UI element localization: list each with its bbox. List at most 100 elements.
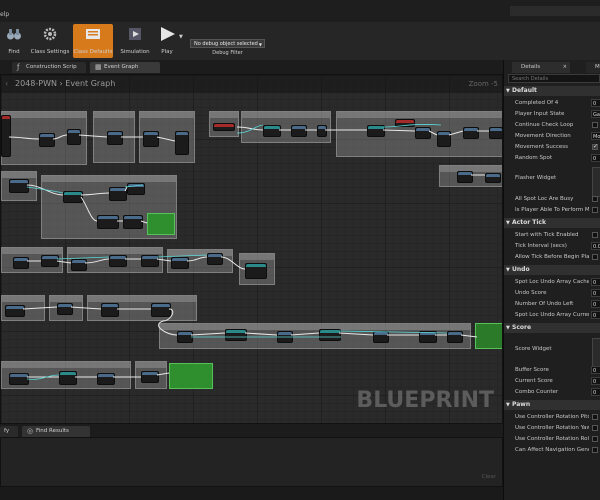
wire-layer — [8, 124, 489, 380]
property-value[interactable]: 0 — [591, 154, 600, 162]
property-value[interactable]: 0 — [591, 300, 600, 308]
property-row: Is Player Able To Perform Mov — [504, 205, 600, 215]
function-icon: ƒ — [17, 63, 20, 71]
property-label: Is Player Able To Perform Mov — [515, 207, 589, 213]
property-label: Combo Counter — [515, 389, 559, 395]
property-checkbox[interactable] — [592, 414, 598, 420]
property-value[interactable]: 0 — [591, 366, 600, 374]
simulation-button[interactable]: Simulation — [117, 24, 153, 58]
bottom-tab-row: fy ◎ Find Results — [0, 424, 503, 437]
tab-event-graph[interactable]: ▦ Event Graph — [90, 62, 160, 73]
simulation-icon — [129, 28, 141, 40]
chevron-down-icon: ▼ — [506, 220, 510, 226]
property-label: Use Controller Rotation Roll — [515, 436, 589, 442]
property-widget-slot[interactable] — [592, 338, 600, 368]
property-value[interactable]: 0 — [591, 289, 600, 297]
menu-bar: elp — [0, 0, 600, 23]
property-row: Use Controller Rotation Pitch — [504, 412, 600, 422]
property-label: Completed Of 4 — [515, 100, 559, 106]
property-row: Score Widget — [504, 338, 600, 368]
chevron-down-icon: ▼ — [506, 267, 510, 273]
property-value[interactable]: 0 Ar — [591, 311, 600, 319]
property-value[interactable]: 0.0 — [591, 242, 600, 250]
property-row: Spot Loc Undo Array Current0 Ar — [504, 310, 600, 320]
chevron-down-icon: ▼ — [506, 325, 510, 331]
play-button[interactable]: Play — [156, 24, 178, 58]
property-checkbox[interactable] — [592, 142, 598, 152]
property-checkbox[interactable] — [592, 425, 598, 431]
property-row: Start with Tick Enabled — [504, 230, 600, 240]
section-header-actor-tick[interactable]: ▼ Actor Tick — [504, 218, 600, 228]
property-row: All Spot Loc Are Busy — [504, 194, 600, 204]
blueprint-watermark: BLUEPRINT — [356, 388, 494, 413]
property-checkbox[interactable] — [592, 447, 598, 453]
tab-compiler-results[interactable]: fy — [0, 426, 18, 437]
property-value[interactable]: 0 — [591, 377, 600, 385]
property-row: Player Input State Gam — [504, 109, 600, 119]
class-defaults-button[interactable]: Class Defaults — [73, 24, 113, 58]
property-label: Undo Score — [515, 290, 547, 296]
details-panel: Details × My Search Details ▼Default Comp… — [503, 60, 600, 500]
property-value[interactable]: 0 Ar — [591, 278, 600, 286]
results-panel: Clear — [0, 437, 503, 487]
play-options-dropdown[interactable]: ▼ — [178, 24, 186, 58]
property-checkbox[interactable] — [592, 122, 598, 128]
property-checkbox[interactable] — [592, 254, 598, 260]
debug-object-select[interactable]: No debug object selected ▼ — [190, 39, 265, 48]
toolbar: Find Class Settings Class Defaults Simul… — [0, 22, 600, 61]
tab-details[interactable]: Details × — [512, 62, 570, 73]
tab-construction-script[interactable]: ƒ Construction Scrip — [12, 62, 86, 73]
property-label: All Spot Loc Are Busy — [515, 196, 574, 202]
property-row: Combo Counter 0 — [504, 387, 600, 397]
event-graph-canvas[interactable]: ‹ 2048-PWN › Event Graph Zoom -5 BLUEPRI… — [0, 74, 503, 424]
gear-icon — [43, 27, 57, 41]
property-row: Tick Interval (secs) 0.0 — [504, 241, 600, 251]
section-header-pawn[interactable]: ▼ Pawn — [504, 400, 600, 410]
property-row: Current Score 0 — [504, 376, 600, 386]
section-header-default[interactable]: ▼ Default — [504, 86, 600, 96]
details-tab-row: Details × My — [504, 62, 600, 73]
tab-find-results[interactable]: ◎ Find Results — [22, 426, 90, 437]
details-search-input[interactable]: Search Details — [508, 74, 600, 83]
chevron-down-icon: ▼ — [506, 402, 510, 408]
property-value[interactable]: 0 — [591, 99, 600, 107]
section-header-undo[interactable]: ▼ Undo — [504, 265, 600, 275]
property-widget-slot[interactable] — [592, 167, 600, 197]
property-label: Can Affect Navigation Generati — [515, 447, 589, 453]
section-header-score[interactable]: ▼ Score — [504, 323, 600, 333]
property-row: Completed Of 4 0 — [504, 98, 600, 108]
property-label: Buffer Score — [515, 367, 549, 373]
property-checkbox[interactable] — [592, 436, 598, 442]
property-label: Player Input State — [515, 111, 565, 117]
menu-help[interactable]: elp — [0, 11, 9, 18]
property-label: Spot Loc Undo Array Current — [515, 312, 589, 318]
find-button[interactable]: Find — [2, 24, 26, 58]
tab-my-blueprint[interactable]: My — [586, 62, 600, 73]
property-row: Number Of Undo Left 0 — [504, 299, 600, 309]
property-row: Movement Direction Mov — [504, 131, 600, 141]
property-label: Start with Tick Enabled — [515, 232, 579, 238]
property-checkbox[interactable] — [592, 232, 598, 238]
property-label: Number Of Undo Left — [515, 301, 574, 307]
property-value[interactable]: 0 — [591, 388, 600, 396]
clear-button[interactable]: Clear — [482, 474, 496, 480]
property-value[interactable]: Gam — [591, 110, 600, 118]
property-row: Spot Loc Undo Array Cached0 Ar — [504, 277, 600, 287]
property-checkbox[interactable] — [592, 207, 598, 213]
property-row: Buffer Score 0 — [504, 365, 600, 375]
property-label: Random Spot — [515, 155, 553, 161]
property-row: Allow Tick Before Begin Play — [504, 252, 600, 262]
defaults-icon — [86, 29, 100, 39]
property-label: Current Score — [515, 378, 553, 384]
window-controls-area — [510, 6, 600, 16]
property-label: Allow Tick Before Begin Play — [515, 254, 589, 260]
property-checkbox[interactable] — [592, 196, 598, 202]
close-icon[interactable]: × — [563, 62, 567, 73]
property-row: Flasher Widget — [504, 167, 600, 197]
property-value[interactable]: Mov — [591, 132, 600, 140]
property-row: Continue Check Loop — [504, 120, 600, 130]
property-label: Use Controller Rotation Pitch — [515, 414, 589, 420]
class-settings-button[interactable]: Class Settings — [30, 24, 70, 58]
property-label: Movement Direction — [515, 133, 571, 139]
play-icon — [161, 27, 175, 41]
